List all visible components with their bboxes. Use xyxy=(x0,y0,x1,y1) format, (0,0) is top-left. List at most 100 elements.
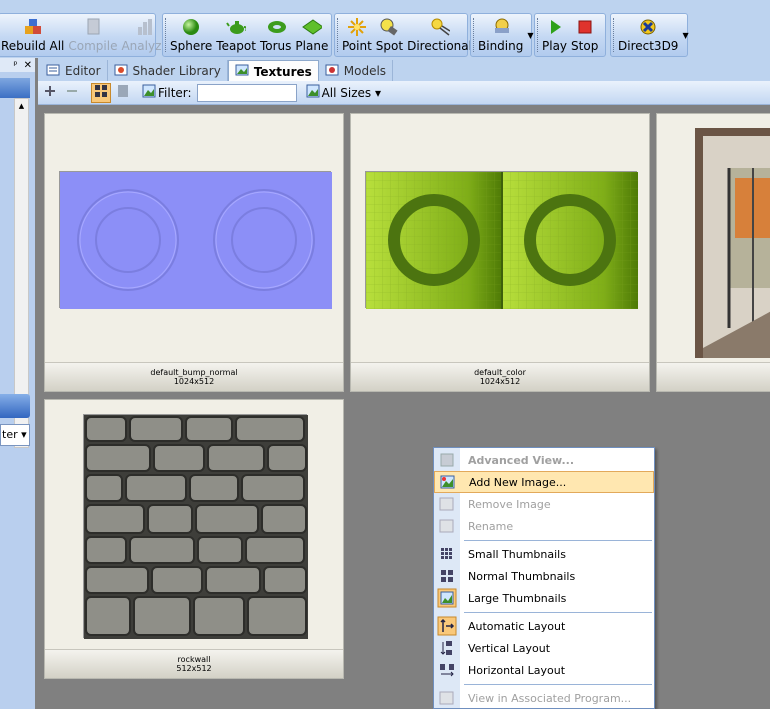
bump-normal-texture-image xyxy=(60,172,332,309)
minus-icon xyxy=(65,84,79,101)
tab-models[interactable]: Models xyxy=(319,60,394,82)
texture-size: 512x512 xyxy=(176,664,212,673)
tab-shader-library[interactable]: Shader Library xyxy=(108,60,228,82)
normal-thumbnails-icon xyxy=(434,565,460,587)
geometry-group: Sphere Teapot Torus Plane xyxy=(162,13,332,57)
context-menu: Advanced View... Add New Image... Remove… xyxy=(433,447,655,709)
main-toolbar: Rebuild All Compile Analyze Sphere Teapo… xyxy=(0,0,770,58)
left-panel-tab[interactable] xyxy=(0,394,30,418)
directional-light-icon xyxy=(430,17,450,37)
binding-button[interactable]: Binding xyxy=(476,14,525,56)
renderer-dropdown-arrow[interactable]: ▼ xyxy=(680,31,690,40)
menu-item-view-in-associated-program[interactable]: View in Associated Program... xyxy=(434,687,654,709)
texture-size: 1024x512 xyxy=(479,377,521,386)
grid-view-button[interactable] xyxy=(91,82,111,103)
toolbar-separator xyxy=(537,18,538,52)
document-tabs: Editor Shader Library Textures Models xyxy=(38,58,770,82)
rockwall-texture-image xyxy=(84,415,308,639)
playback-group: Play Stop xyxy=(534,13,606,57)
point-light-button[interactable]: Point xyxy=(340,14,374,56)
toolbar-separator xyxy=(165,18,166,52)
menu-separator xyxy=(464,540,652,541)
menu-item-vertical-layout[interactable]: Vertical Layout xyxy=(434,637,654,659)
left-panel-header: ᵖ ✕ xyxy=(0,58,35,72)
default-color-texture-image xyxy=(366,172,638,309)
menu-item-normal-thumbnails[interactable]: Normal Thumbnails xyxy=(434,565,654,587)
menu-item-automatic-layout[interactable]: Automatic Layout xyxy=(434,615,654,637)
analyze-icon xyxy=(135,17,155,37)
toolbar-separator xyxy=(473,18,474,52)
texture-caption: default_color 1024x512 xyxy=(351,362,649,391)
texture-name: rockwall xyxy=(177,655,211,664)
size-filter-dropdown[interactable]: All Sizes ▾ xyxy=(322,86,381,100)
texture-caption: rockwall 512x512 xyxy=(45,649,343,678)
sphere-icon xyxy=(181,17,201,37)
rebuild-all-button[interactable]: Rebuild All xyxy=(0,14,66,56)
compile-button[interactable]: Compile xyxy=(66,14,119,56)
texture-thumbnail xyxy=(59,171,332,309)
toolbar-separator xyxy=(613,18,614,52)
spot-light-icon xyxy=(379,17,399,37)
menu-item-add-new-image[interactable]: Add New Image... xyxy=(434,471,654,493)
vertical-layout-icon xyxy=(434,637,460,659)
menu-item-small-thumbnails[interactable]: Small Thumbnails xyxy=(434,543,654,565)
play-icon xyxy=(545,17,565,37)
texture-card-default-color[interactable]: default_color 1024x512 xyxy=(350,113,650,392)
menu-item-advanced-view[interactable]: Advanced View... xyxy=(434,449,654,471)
tab-editor[interactable]: Editor xyxy=(40,60,108,82)
view-program-icon xyxy=(434,687,460,709)
left-panel-combo[interactable]: ter ▾ xyxy=(0,424,30,446)
texture-card-office[interactable] xyxy=(656,113,770,392)
texture-caption xyxy=(657,362,770,391)
sphere-button[interactable]: Sphere xyxy=(168,14,214,56)
scroll-up-arrow[interactable]: ▲ xyxy=(15,99,28,113)
pin-icon[interactable]: ᵖ xyxy=(13,60,17,71)
menu-separator xyxy=(464,612,652,613)
close-icon[interactable]: ✕ xyxy=(24,60,32,71)
toolbar-separator xyxy=(337,18,338,52)
texture-thumbnail xyxy=(365,171,638,309)
spot-light-button[interactable]: Spot xyxy=(374,14,405,56)
binding-group: Binding ▼ xyxy=(470,13,534,57)
renderer-group: Direct3D9 ▼ xyxy=(610,13,690,57)
lights-group: Point Spot Directional xyxy=(334,13,472,57)
add-texture-button[interactable] xyxy=(40,83,60,103)
office-texture-image xyxy=(695,128,770,358)
teapot-button[interactable]: Teapot xyxy=(214,14,258,56)
list-view-button[interactable] xyxy=(113,83,133,103)
shader-library-icon xyxy=(114,64,128,79)
direct3d-icon xyxy=(638,17,658,37)
texture-thumbnail-area: default_bump_normal 1024x512 default_col… xyxy=(38,106,770,709)
size-filter-icon xyxy=(306,84,320,101)
editor-icon xyxy=(46,64,60,79)
menu-item-remove-image[interactable]: Remove Image xyxy=(434,493,654,515)
models-icon xyxy=(325,64,339,79)
rename-icon xyxy=(434,515,460,537)
plus-icon xyxy=(43,84,57,101)
directional-light-button[interactable]: Directional xyxy=(405,14,474,56)
plane-button[interactable]: Plane xyxy=(293,14,330,56)
left-panel-title-bar xyxy=(0,78,30,98)
filter-input[interactable] xyxy=(196,83,297,102)
menu-item-large-thumbnails[interactable]: Large Thumbnails xyxy=(434,587,654,609)
texture-thumbnail xyxy=(695,128,770,358)
play-button[interactable]: Play xyxy=(540,14,569,56)
renderer-button[interactable]: Direct3D9 xyxy=(616,14,680,56)
menu-item-horizontal-layout[interactable]: Horizontal Layout xyxy=(434,659,654,681)
texture-card-rockwall[interactable]: rockwall 512x512 xyxy=(44,399,344,679)
texture-card-default-bump-normal[interactable]: default_bump_normal 1024x512 xyxy=(44,113,344,392)
horizontal-layout-icon xyxy=(434,659,460,681)
remove-texture-button[interactable] xyxy=(62,83,82,103)
teapot-icon xyxy=(226,17,247,37)
build-group: Rebuild All Compile Analyze xyxy=(0,13,169,57)
plane-icon xyxy=(302,17,322,37)
point-light-icon xyxy=(347,17,367,37)
textures-icon xyxy=(235,64,249,79)
left-dock-panel: ᵖ ✕ ▲ ▼ ter ▾ xyxy=(0,58,35,709)
stop-button[interactable]: Stop xyxy=(569,14,600,56)
add-image-icon xyxy=(435,471,461,493)
large-thumbnails-icon xyxy=(434,587,460,609)
torus-button[interactable]: Torus xyxy=(258,14,293,56)
tab-textures[interactable]: Textures xyxy=(227,60,319,82)
menu-item-rename[interactable]: Rename xyxy=(434,515,654,537)
